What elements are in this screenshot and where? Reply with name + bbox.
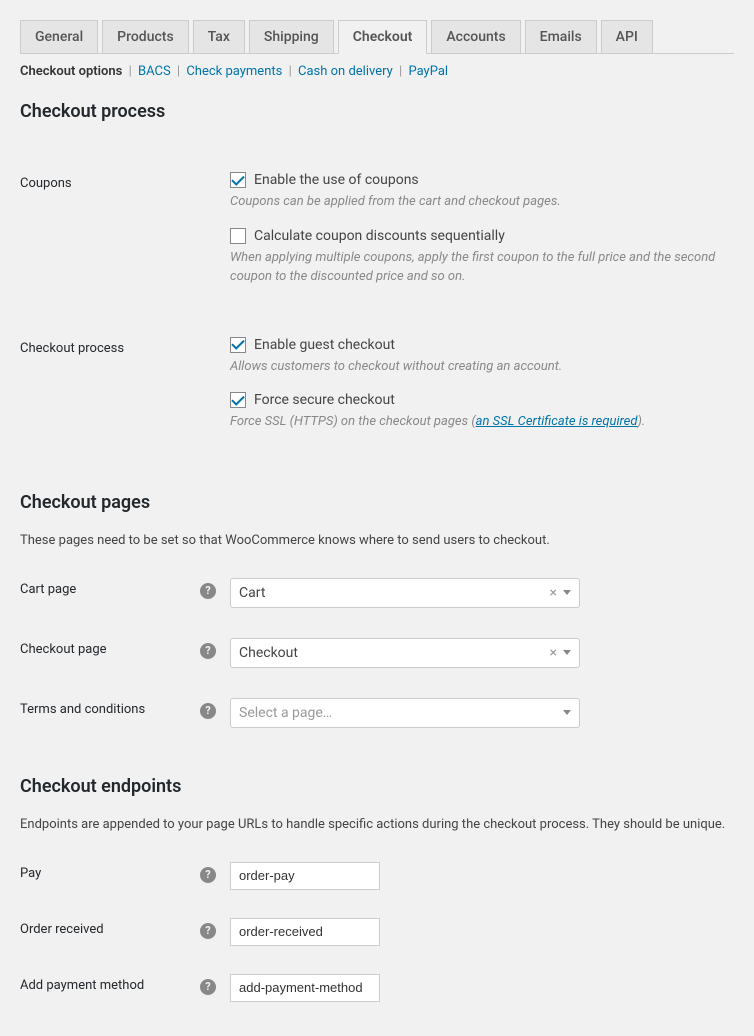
tab-general[interactable]: General [20, 20, 98, 54]
settings-tabs: General Products Tax Shipping Checkout A… [20, 20, 734, 54]
label-cart-page: Cart page ? [20, 578, 230, 597]
tab-tax[interactable]: Tax [193, 20, 245, 54]
help-icon[interactable]: ? [200, 923, 216, 939]
chevron-down-icon [563, 650, 571, 655]
label-terms: Terms and conditions ? [20, 698, 230, 717]
chevron-down-icon [563, 590, 571, 595]
label-order-received: Order received ? [20, 918, 230, 937]
select-checkout-page[interactable]: Checkout × [230, 638, 580, 668]
checkout-subnav: Checkout options | BACS | Check payments… [20, 54, 734, 91]
desc-guest-checkout: Allows customers to checkout without cre… [230, 357, 734, 377]
checkbox-enable-coupons-label: Enable the use of coupons [254, 172, 419, 188]
input-pay-endpoint[interactable] [230, 862, 380, 890]
ssl-certificate-link[interactable]: an SSL Certificate is required [476, 414, 638, 429]
subnav-check-payments[interactable]: Check payments [186, 64, 282, 79]
subnav-paypal[interactable]: PayPal [408, 64, 448, 79]
tab-shipping[interactable]: Shipping [249, 20, 334, 54]
subnav-bacs[interactable]: BACS [138, 64, 171, 79]
select-cart-page-value: Cart [239, 585, 550, 601]
tab-checkout[interactable]: Checkout [338, 20, 428, 54]
heading-checkout-process: Checkout process [20, 101, 734, 122]
help-icon[interactable]: ? [200, 583, 216, 599]
heading-checkout-pages: Checkout pages [20, 492, 734, 513]
checkbox-guest-checkout[interactable] [230, 337, 246, 353]
tab-accounts[interactable]: Accounts [431, 20, 520, 54]
label-add-payment-method: Add payment method ? [20, 974, 230, 993]
help-icon[interactable]: ? [200, 867, 216, 883]
subnav-cash-on-delivery[interactable]: Cash on delivery [298, 64, 393, 79]
help-icon[interactable]: ? [200, 643, 216, 659]
clear-icon[interactable]: × [550, 585, 557, 601]
checkbox-force-secure[interactable] [230, 392, 246, 408]
checkbox-guest-checkout-label: Enable guest checkout [254, 337, 395, 353]
input-order-received-endpoint[interactable] [230, 918, 380, 946]
tab-products[interactable]: Products [102, 20, 189, 54]
sub-checkout-endpoints: Endpoints are appended to your page URLs… [20, 817, 734, 832]
chevron-down-icon [563, 710, 571, 715]
label-checkout-page: Checkout page ? [20, 638, 230, 657]
checkbox-force-secure-label: Force secure checkout [254, 392, 395, 408]
select-terms-page[interactable]: Select a page… [230, 698, 580, 728]
desc-enable-coupons: Coupons can be applied from the cart and… [230, 192, 734, 212]
checkbox-sequential-coupons-label: Calculate coupon discounts sequentially [254, 228, 505, 244]
input-add-payment-method-endpoint[interactable] [230, 974, 380, 1002]
heading-checkout-endpoints: Checkout endpoints [20, 776, 734, 797]
help-icon[interactable]: ? [200, 979, 216, 995]
checkbox-sequential-coupons[interactable] [230, 228, 246, 244]
label-coupons: Coupons [20, 172, 230, 191]
select-terms-placeholder: Select a page… [239, 705, 563, 721]
desc-force-secure: Force SSL (HTTPS) on the checkout pages … [230, 412, 734, 432]
desc-sequential-coupons: When applying multiple coupons, apply th… [230, 248, 734, 287]
subnav-current: Checkout options [20, 64, 122, 79]
checkbox-enable-coupons[interactable] [230, 172, 246, 188]
label-checkout-process: Checkout process [20, 337, 230, 356]
sub-checkout-pages: These pages need to be set so that WooCo… [20, 533, 734, 548]
clear-icon[interactable]: × [550, 645, 557, 661]
select-cart-page[interactable]: Cart × [230, 578, 580, 608]
tab-api[interactable]: API [601, 20, 653, 54]
select-checkout-page-value: Checkout [239, 645, 550, 661]
label-pay: Pay ? [20, 862, 230, 881]
help-icon[interactable]: ? [200, 703, 216, 719]
tab-emails[interactable]: Emails [525, 20, 597, 54]
